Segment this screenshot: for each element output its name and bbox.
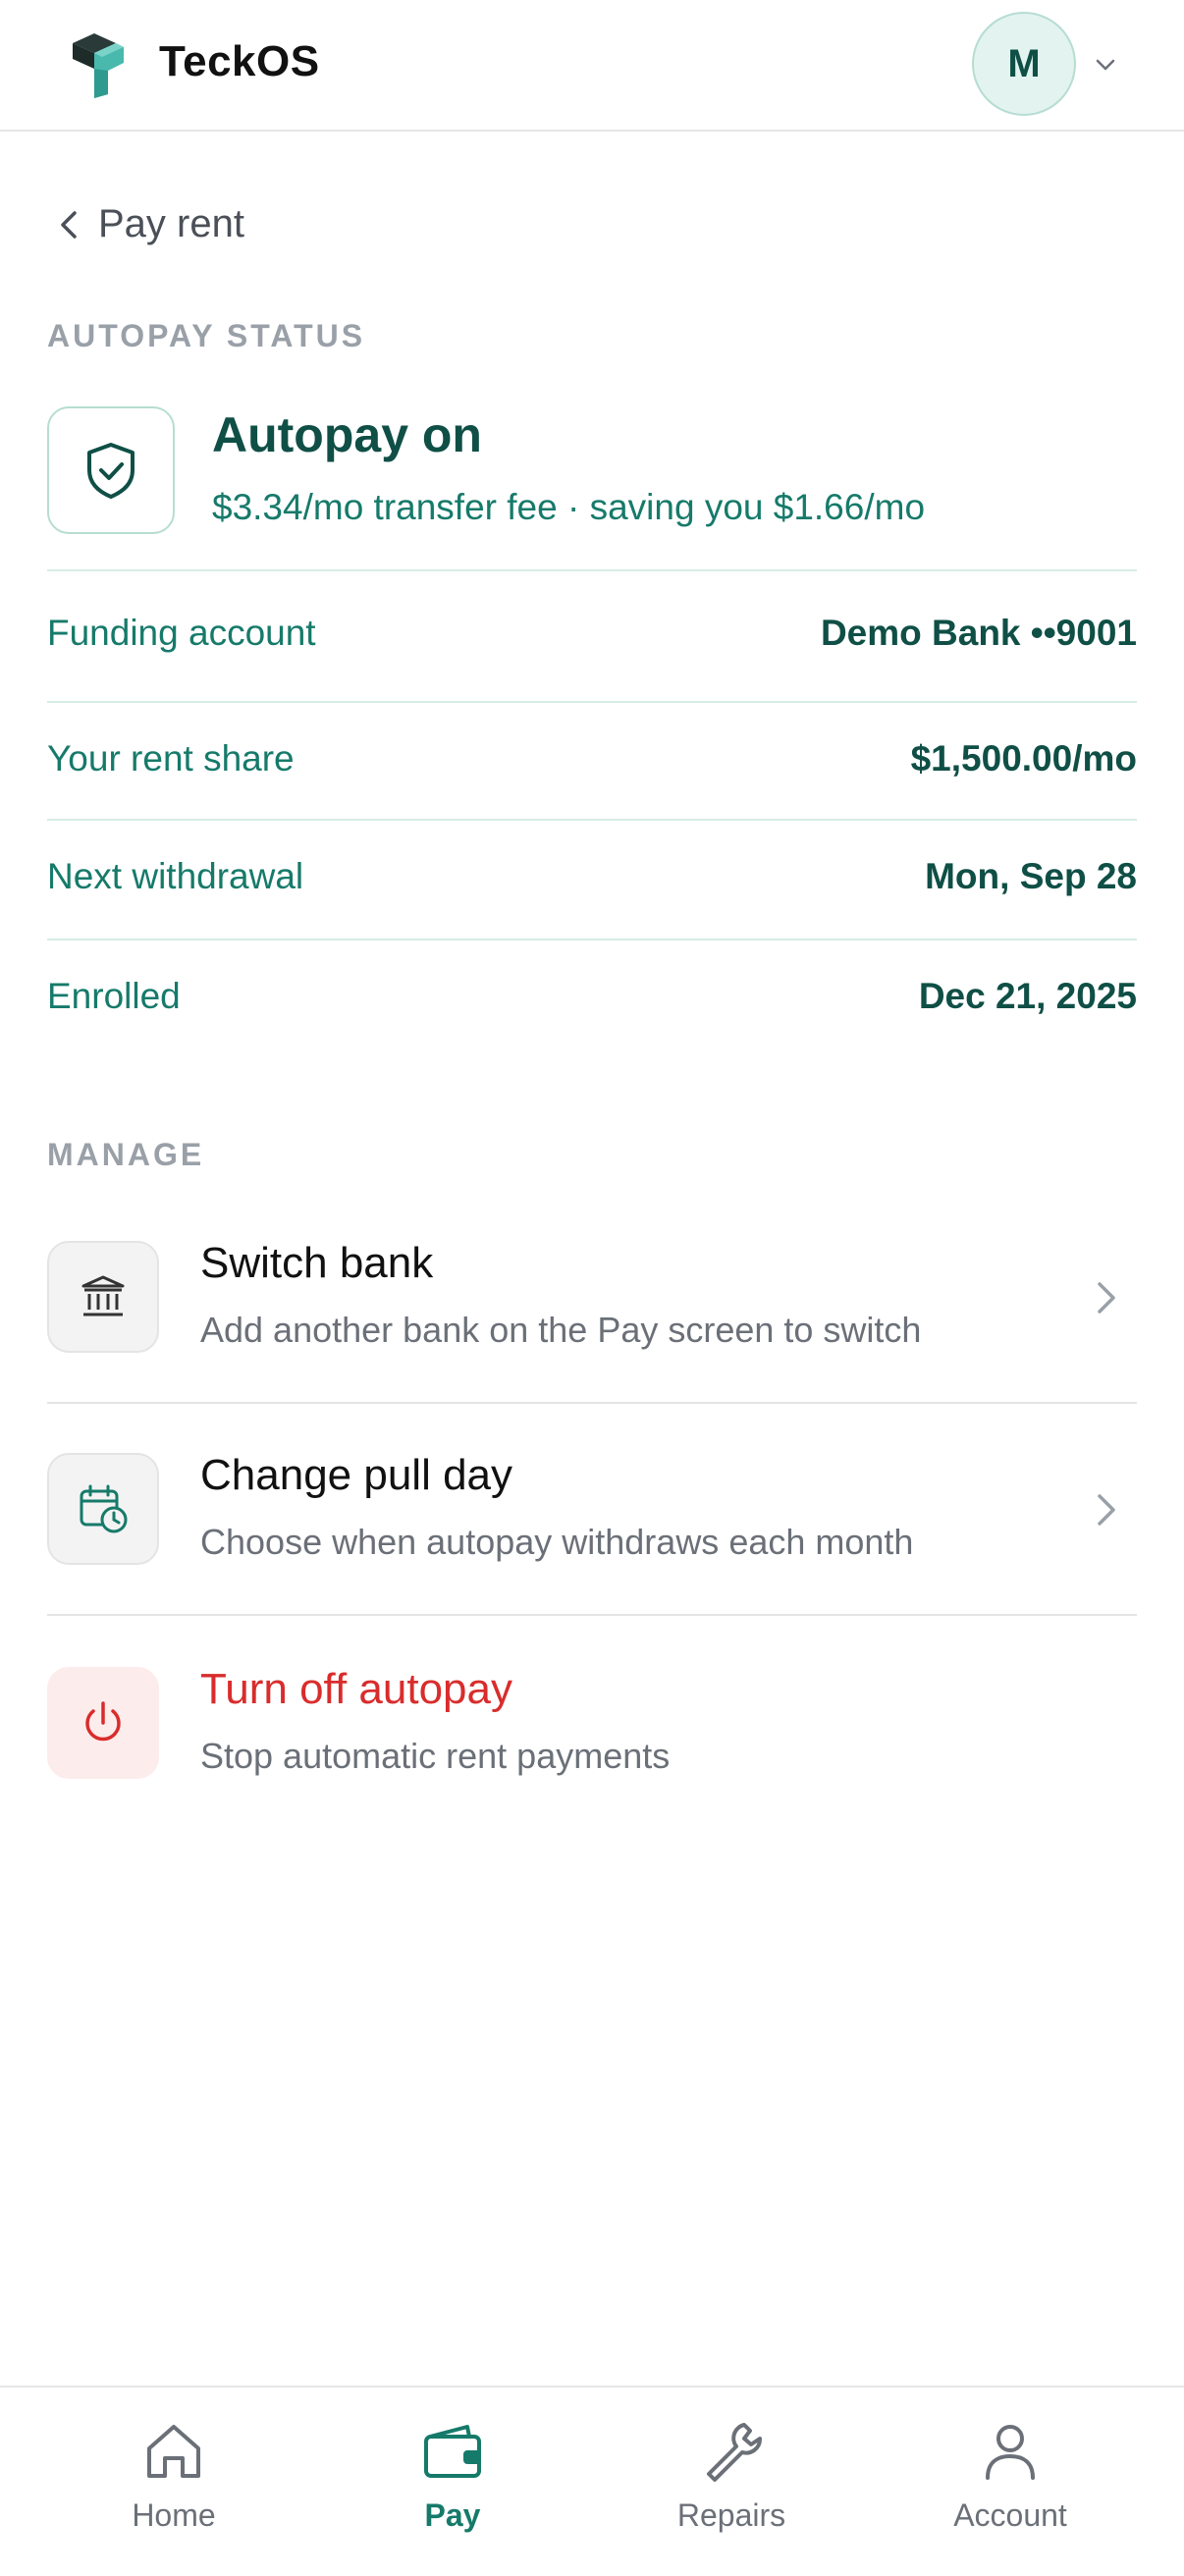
divider <box>47 701 1137 703</box>
teckos-logo <box>73 33 124 98</box>
back-button[interactable]: Pay rent <box>51 202 244 246</box>
user-icon <box>986 2425 1035 2480</box>
divider <box>47 1614 1137 1616</box>
detail-value: Demo Bank ••9001 <box>820 613 1137 653</box>
nav-label: Home <box>132 2497 216 2533</box>
divider <box>47 569 1137 571</box>
switch-bank-icon-tile <box>47 1241 159 1353</box>
detail-row-next-withdrawal: Next withdrawal Mon, Sep 28 <box>47 856 1137 897</box>
switch-bank-title: Switch bank <box>200 1239 434 1287</box>
shield-check-icon <box>87 443 135 499</box>
wrench-icon <box>707 2423 762 2482</box>
app-header: TeckOS M <box>0 0 1184 132</box>
autopay-status-title: Autopay on <box>212 407 482 462</box>
back-label: Pay rent <box>98 202 244 245</box>
turn-off-autopay-title: Turn off autopay <box>200 1665 512 1713</box>
app-name: TeckOS <box>159 37 320 85</box>
detail-label: Next withdrawal <box>47 856 304 896</box>
detail-value: Dec 21, 2025 <box>918 976 1137 1016</box>
calendar-clock-icon <box>80 1484 128 1533</box>
bank-icon <box>81 1275 125 1316</box>
chevron-down-icon[interactable] <box>1092 51 1119 79</box>
nav-label: Pay <box>424 2497 481 2533</box>
nav-item-pay[interactable]: Pay <box>354 2417 551 2534</box>
turn-off-autopay-icon-tile <box>47 1667 159 1779</box>
manage-heading: MANAGE <box>47 1137 205 1172</box>
switch-bank-subtitle: Add another bank on the Pay screen to sw… <box>200 1310 922 1350</box>
detail-label: Your rent share <box>47 738 295 778</box>
wallet-icon <box>424 2425 481 2478</box>
divider <box>47 819 1137 821</box>
avatar[interactable]: M <box>972 12 1076 116</box>
power-icon <box>85 1701 121 1742</box>
autopay-fee-note: $3.34/mo transfer fee · saving you $1.66… <box>212 487 926 527</box>
nav-label: Repairs <box>676 2497 786 2533</box>
bottom-nav: Home Pay Repairs Account <box>0 2386 1184 2576</box>
nav-item-account[interactable]: Account <box>912 2417 1108 2534</box>
autopay-shield-badge <box>47 406 175 534</box>
chevron-right-icon <box>1098 1494 1115 1526</box>
chevron-right-icon <box>1098 1282 1115 1314</box>
detail-row-enrolled: Enrolled Dec 21, 2025 <box>47 976 1137 1017</box>
change-pull-day-icon-tile <box>47 1453 159 1565</box>
turn-off-autopay-subtitle: Stop automatic rent payments <box>200 1736 671 1776</box>
nav-item-home[interactable]: Home <box>76 2417 272 2534</box>
detail-row-funding-account: Funding account Demo Bank ••9001 <box>47 613 1137 654</box>
change-pull-day-subtitle: Choose when autopay withdraws each month <box>200 1522 914 1562</box>
nav-label: Account <box>953 2497 1067 2533</box>
divider <box>47 939 1137 940</box>
nav-item-repairs[interactable]: Repairs <box>633 2417 830 2534</box>
autopay-status-heading: AUTOPAY STATUS <box>47 318 366 353</box>
divider <box>47 1402 1137 1404</box>
detail-value: $1,500.00/mo <box>910 738 1137 778</box>
detail-label: Funding account <box>47 613 316 653</box>
detail-row-rent-share: Your rent share $1,500.00/mo <box>47 738 1137 779</box>
chevron-left-icon <box>61 210 77 239</box>
change-pull-day-title: Change pull day <box>200 1451 513 1499</box>
detail-value: Mon, Sep 28 <box>925 856 1137 896</box>
home-icon <box>147 2425 200 2478</box>
detail-label: Enrolled <box>47 976 181 1016</box>
